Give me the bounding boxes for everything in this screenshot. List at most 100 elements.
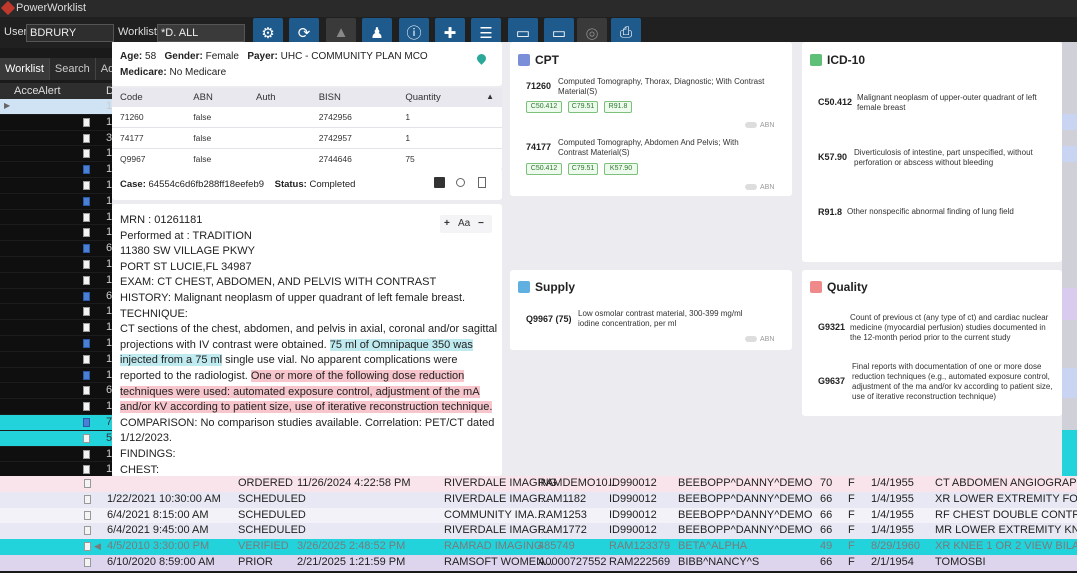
tab-worklist[interactable]: Worklist	[0, 58, 50, 80]
list-item[interactable]: 1	[0, 194, 112, 210]
list-item[interactable]: 1	[0, 115, 112, 131]
list-item[interactable]: 6	[0, 383, 112, 400]
icd10-icon	[810, 54, 822, 66]
table-row[interactable]: Q9967 false 2744646 75	[112, 148, 502, 170]
document-icon	[83, 212, 90, 222]
list-item[interactable]: 1	[0, 225, 112, 242]
document-icon	[83, 275, 90, 285]
list-item[interactable]: 7	[0, 414, 112, 431]
supply-icon	[518, 281, 530, 293]
document-icon	[84, 542, 91, 551]
list-item[interactable]: 1	[0, 273, 112, 289]
quality-description: Final reports with documentation of one …	[852, 362, 1053, 401]
document-icon	[83, 228, 90, 238]
supply-code: Q9967 (75)	[526, 314, 572, 324]
cpt-title: CPT	[535, 53, 559, 67]
icd-chip[interactable]: K57.90	[604, 163, 638, 175]
icd-chip[interactable]: R91.8	[604, 101, 632, 113]
list-item[interactable]: 1	[0, 178, 112, 194]
worklist-label: Worklist	[118, 26, 157, 38]
document-icon	[84, 511, 91, 520]
collapse-chevron-icon[interactable]: ▲	[486, 92, 494, 101]
col-auth: Auth	[247, 88, 311, 107]
abn-toggle[interactable]: ABN	[745, 184, 774, 191]
dose-reduction-highlight: One or more of the following dose reduct…	[250, 369, 465, 382]
tab-search[interactable]: Search	[50, 58, 96, 80]
document-icon	[83, 402, 90, 412]
list-item[interactable]: 1	[0, 399, 112, 415]
right-edge-rows	[1062, 42, 1077, 476]
list-item[interactable]: 1	[0, 257, 112, 273]
table-row[interactable]: 71260 false 2742956 1	[112, 107, 502, 128]
list-item[interactable]: 1	[0, 368, 112, 384]
worklist-select[interactable]: *D. ALL STUDIES▼	[157, 24, 245, 55]
quality-description: Count of previous ct (any type of ct) an…	[850, 313, 1049, 342]
document-icon	[83, 354, 90, 364]
document-icon	[83, 149, 90, 159]
document-icon	[84, 495, 91, 504]
table-row[interactable]: 1/22/2021 10:30:00 AM SCHEDULED RIVERDAL…	[0, 492, 1077, 508]
col-accession[interactable]: Acce	[14, 83, 38, 99]
left-row-list: ▶ 1 1 3 1 1 1 1 1 1 6 1 1 6 1 1 1 1 1 6 1…	[0, 99, 112, 479]
supply-description: Low osmolar contrast material, 300-399 m…	[578, 309, 743, 328]
list-item[interactable]: 6	[0, 241, 112, 257]
list-item[interactable]: 1	[0, 146, 112, 163]
icd-chip[interactable]: C79.51	[568, 101, 598, 113]
col-quantity: Quantity ▲	[397, 88, 502, 107]
cpt-description: Computed Tomography, Thorax, Diagnostic;…	[558, 77, 765, 96]
icd-code: K57.90	[818, 152, 848, 162]
col-abn: ABN	[185, 88, 248, 107]
document-icon	[83, 417, 90, 427]
pdf-icon[interactable]	[434, 177, 445, 188]
col-alert[interactable]: Alert	[38, 83, 61, 99]
table-row[interactable]: ORDERED 11/26/2024 4:22:58 PM RIVERDALE …	[0, 476, 1077, 492]
document-icon	[83, 180, 90, 190]
list-item[interactable]: 5	[0, 430, 112, 447]
list-item[interactable]: 1	[0, 162, 112, 178]
list-item[interactable]: 1	[0, 352, 112, 368]
user-label: User	[4, 26, 28, 38]
icd-chip[interactable]: C50.412	[526, 163, 562, 175]
app-title: PowerWorklist	[16, 2, 87, 14]
dose-reduction-highlight: techniques were used: automated exposure…	[120, 385, 480, 398]
dose-reduction-highlight: and/or kV according to patient size, use…	[120, 401, 493, 414]
contrast-highlight: 75 ml of Omnipaque 350 was	[329, 338, 473, 351]
icd-code: C50.412	[818, 97, 853, 107]
cpt-code: 71260	[526, 81, 552, 91]
table-row[interactable]: 6/4/2021 9:45:00 AM SCHEDULED RIVERDALE …	[0, 523, 1077, 539]
document-icon	[83, 291, 90, 301]
list-item[interactable]: 1	[0, 210, 112, 226]
abn-toggle[interactable]: ABN	[745, 122, 774, 129]
app-logo-icon	[0, 0, 16, 16]
history-clock-icon[interactable]	[456, 178, 465, 187]
left-column-header: Acce Alert D	[0, 83, 114, 99]
list-item[interactable]: 1	[0, 320, 112, 336]
document-icon	[83, 244, 90, 254]
list-item[interactable]: 3	[0, 131, 112, 147]
supply-title: Supply	[535, 280, 576, 294]
icd-chip[interactable]: C50.412	[526, 101, 562, 113]
table-row[interactable]: ◀ 4/5/2010 3:30:00 PM VERIFIED 3/26/2025…	[0, 539, 1077, 555]
list-item[interactable]: 1	[0, 447, 112, 463]
table-row[interactable]: 6/4/2021 8:15:00 AM SCHEDULED COMMUNITY …	[0, 508, 1077, 524]
list-item[interactable]: ▶ 1	[0, 99, 112, 115]
quality-code: G9637	[818, 376, 846, 386]
worklist-tabs: Worklist Search Adva	[0, 58, 132, 80]
document-icon	[83, 370, 90, 380]
document-icon	[83, 133, 90, 143]
list-item[interactable]: 1	[0, 304, 112, 321]
contrast-highlight: injected from a 75 ml	[120, 354, 223, 367]
table-row[interactable]: 6/10/2020 8:59:00 AM PRIOR 2/21/2025 1:2…	[0, 555, 1077, 571]
document-icon	[83, 165, 90, 175]
icd-chip[interactable]: C79.51	[568, 163, 598, 175]
abn-toggle[interactable]: ABN	[745, 336, 774, 343]
col-code: Code	[112, 88, 186, 107]
icd-description: Other nonspecific abnormal finding of lu…	[847, 207, 1014, 216]
user-field[interactable]: BDRURY	[26, 24, 114, 42]
table-header-row: Code ABN Auth BISN Quantity ▲	[112, 88, 502, 107]
list-item[interactable]: 6	[0, 289, 112, 305]
list-item[interactable]: 1	[0, 336, 112, 352]
notes-icon[interactable]	[478, 177, 486, 188]
table-row[interactable]: 74177 false 2742957 1	[112, 127, 502, 149]
cpt-icon	[518, 54, 530, 66]
